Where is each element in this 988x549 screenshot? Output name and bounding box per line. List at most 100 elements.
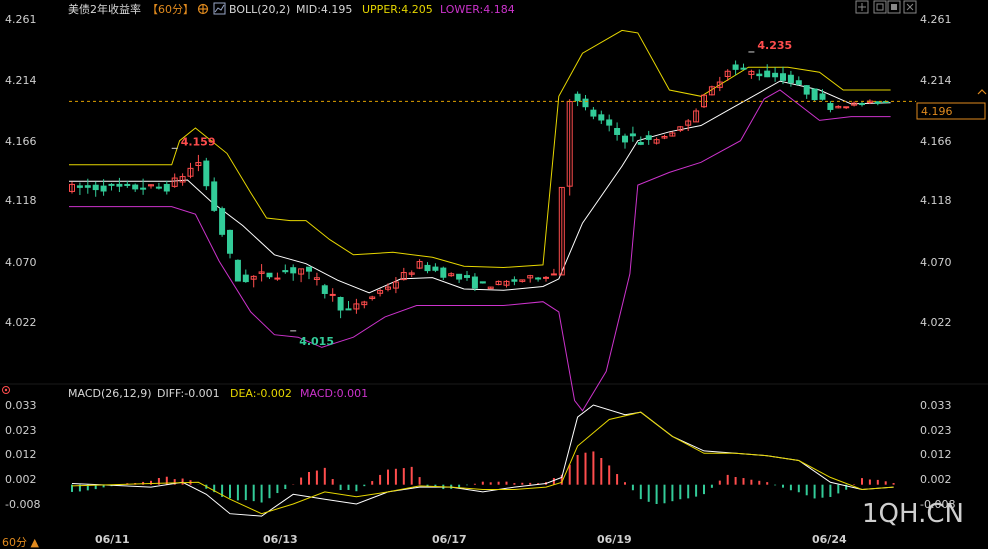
candle-down [859,103,865,106]
settings-icon[interactable] [197,3,209,15]
indicator-chart-icon[interactable] [213,2,226,15]
price-tick-left: 4.070 [5,256,37,269]
candle-down [645,135,652,140]
high-annotation: 4.235 [757,39,792,52]
date-axis: 06/11 06/13 06/17 06/19 06/24 [95,533,847,546]
price-tick-right: 4.022 [920,316,952,329]
boll-upper: UPPER:4.205 [362,3,433,16]
candle-down [606,119,613,126]
candle-down [306,266,312,272]
candle-down [614,128,621,135]
local-high-annotation: 4.159 [181,135,216,148]
candle-down [321,285,328,294]
candle-down [827,103,834,110]
macd-axis: 0.033 0.023 0.012 0.002 -0.008 0.033 0.0… [5,399,955,511]
candle-down [622,135,628,143]
price-tick-right: 4.070 [920,256,952,269]
watermark-text: 1QH.CN [862,499,964,529]
candle-down [227,229,233,254]
candle-down [464,275,470,278]
candle-down [140,187,147,190]
macd-label: MACD(26,12,9) [68,387,152,400]
candle-down [787,74,794,84]
candle-down [76,185,83,188]
candle-down [795,80,802,85]
candle-down [819,93,826,100]
candle-down [424,264,431,272]
candle-down [732,64,739,70]
candle-down [266,272,273,278]
price-annotations: 4.235 4.015 4.159 [171,39,792,348]
macd-pane [71,404,895,517]
candle-down [345,308,352,311]
candle-up [543,276,549,279]
boll-lower: LOWER:4.184 [440,3,515,16]
macd-diff-line [71,404,894,517]
macd-tick-right: 0.023 [920,424,952,437]
candle-down [242,274,249,283]
date-label: 06/17 [432,533,467,546]
price-tick-left: 4.166 [5,135,37,148]
price-tick-right: 4.261 [920,13,952,26]
macd-tick-left: 0.002 [5,473,37,486]
candle-down [234,259,241,282]
candle-down [282,270,289,273]
candle-down [163,184,170,192]
macd-tick-left: 0.033 [5,399,37,412]
candle-down [116,183,123,187]
macd-value: MACD:0.001 [300,387,368,400]
candle-down [764,70,771,78]
period-selector-button[interactable]: 60分 ▲ [2,536,39,549]
price-tick-left: 4.214 [5,74,37,87]
price-tick-left: 4.022 [5,316,37,329]
boll-label: BOLL(20,2) [229,3,290,16]
candle-down [132,184,139,190]
candle-down [108,183,115,186]
candle-down [574,93,581,102]
pane-settings-icon[interactable] [2,386,10,394]
candle-down [92,184,99,191]
candle-down [740,67,747,70]
boll-mid-line [69,80,891,294]
chevron-up-icon[interactable] [977,89,987,95]
candle-down [756,73,763,77]
candle-down [440,267,447,278]
candle-down [124,183,131,186]
candle-down [874,101,881,104]
close-icon[interactable] [903,0,917,14]
candle-down [219,208,226,235]
instrument-name: 美债2年收益率 [68,2,141,16]
candle-up [843,106,850,109]
chart-canvas: 美债2年收益率 【60分】 BOLL(20,2) MID:4.195 UPPER… [0,0,988,549]
candle-down [811,88,818,101]
date-label: 06/24 [812,533,847,546]
candle-down [155,186,162,189]
boll-bands [69,29,891,412]
boll-mid: MID:4.195 [296,3,352,16]
candle-down [456,273,463,280]
candle-down [780,73,786,81]
macd-dea: DEA:-0.002 [230,387,292,400]
grid-icon[interactable] [873,0,887,14]
price-tick-left: 4.261 [5,13,37,26]
date-label: 06/11 [95,533,130,546]
candle-down [432,266,439,271]
macd-tick-left: 0.012 [5,448,37,461]
candle-up [329,293,336,296]
candle-down [598,114,605,121]
candle-down [772,72,779,78]
price-tick-right: 4.118 [920,194,952,207]
current-price-marker: 4.196 [916,89,987,120]
current-price-label: 4.196 [921,105,953,118]
candle-down [582,98,589,108]
macd-tick-left: 0.023 [5,424,37,437]
crosshair-icon[interactable] [855,0,869,14]
period-tag: 【60分】 [147,3,194,16]
price-tick-right: 4.166 [920,135,952,148]
maximize-icon[interactable] [887,0,901,14]
candle-down [100,185,107,192]
candle-down [637,142,644,145]
macd-tick-right: 0.012 [920,448,952,461]
date-label: 06/13 [263,533,298,546]
candle-down [803,85,810,95]
